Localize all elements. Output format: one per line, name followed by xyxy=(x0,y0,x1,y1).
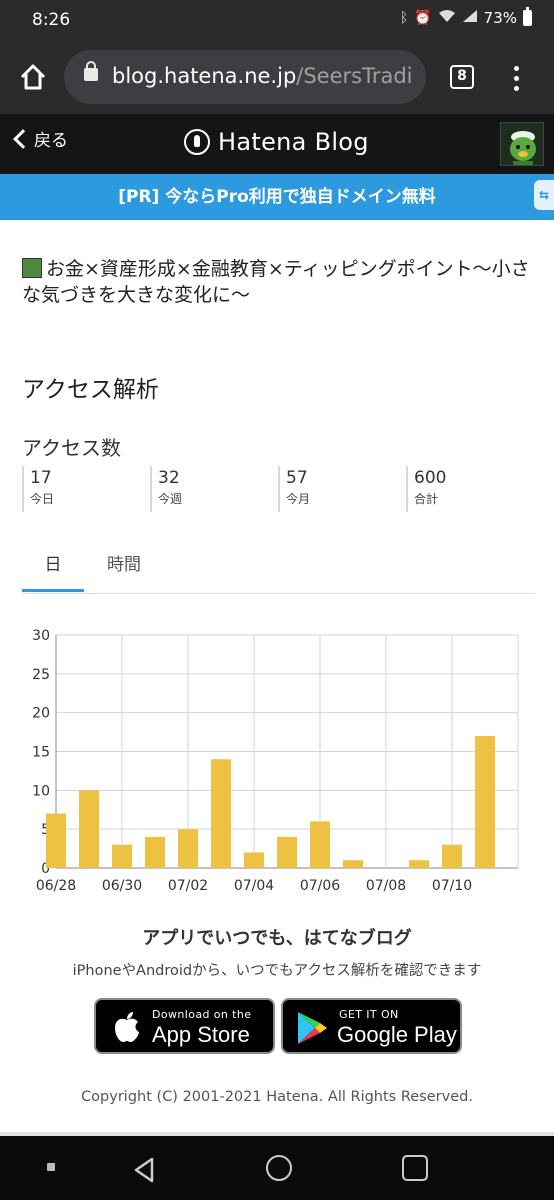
pr-banner[interactable]: [PR] 今ならPro利用で独自ドメイン無料 ⇆ xyxy=(0,174,554,220)
back-button[interactable]: 戻る xyxy=(10,126,68,151)
y-tick-label: 30 xyxy=(32,628,50,644)
blog-title[interactable]: お金×資産形成×金融教育×ティッピングポイント〜小さな気づきを大きな変化に〜 xyxy=(22,256,542,308)
nav-back-icon[interactable] xyxy=(132,1157,156,1183)
recent-apps-dot-icon[interactable] xyxy=(47,1163,55,1171)
nav-overview-icon[interactable] xyxy=(402,1155,428,1181)
google-play-button[interactable]: GET IT ON Google Play xyxy=(281,998,462,1054)
signal-icon xyxy=(462,9,478,27)
x-tick-label: 06/30 xyxy=(102,878,142,894)
y-tick-label: 15 xyxy=(32,745,50,761)
page-title: アクセス解析 xyxy=(22,377,159,403)
x-tick-label: 07/08 xyxy=(366,878,406,894)
x-tick-label: 07/06 xyxy=(300,878,340,894)
app-store-small-text: Download on the xyxy=(152,1008,252,1021)
system-nav-bar xyxy=(0,1136,554,1200)
brand-name: Hatena Blog xyxy=(218,128,369,156)
wifi-icon xyxy=(438,9,456,27)
battery-percent: 73% xyxy=(483,9,517,27)
y-tick-label: 20 xyxy=(32,706,50,722)
stat-label: 今月 xyxy=(286,492,311,506)
side-toggle-tab[interactable]: ⇆ xyxy=(534,180,554,210)
stat-total: 600 合計 xyxy=(406,466,534,512)
apple-icon xyxy=(115,1012,139,1042)
google-play-small-text: GET IT ON xyxy=(339,1008,399,1021)
stat-label: 合計 xyxy=(414,492,439,506)
tab-hour[interactable]: 時間 xyxy=(92,548,156,592)
access-bar-chart: 05101520253006/28 06/30 07/02 07/04 07/06 07/… xyxy=(32,628,519,894)
app-store-big-text: App Store xyxy=(152,1022,250,1047)
app-store-button[interactable]: Download on the App Store xyxy=(94,998,275,1054)
kappa-avatar-image xyxy=(501,123,543,165)
address-bar[interactable]: blog.hatena.ne.jp/SeersTradi xyxy=(64,50,426,104)
chart-bar xyxy=(145,836,165,868)
chart-bar xyxy=(178,829,198,868)
y-tick-label: 10 xyxy=(32,783,50,799)
x-tick-label: 07/10 xyxy=(432,878,472,894)
back-label: 戻る xyxy=(34,131,68,151)
menu-dot-icon xyxy=(513,86,519,91)
hatena-logo-icon xyxy=(184,129,210,155)
tab-day[interactable]: 日 xyxy=(22,548,84,592)
app-promo-subtitle: iPhoneやAndroidから、いつでもアクセス解析を確認できます xyxy=(72,963,482,979)
x-tick-label: 06/28 xyxy=(36,878,76,894)
chart-bar xyxy=(475,735,495,868)
access-count-heading: アクセス数 xyxy=(22,436,121,460)
url-text: blog.hatena.ne.jp/SeersTradi xyxy=(112,64,413,88)
y-tick-label: 25 xyxy=(32,667,50,683)
stat-value: 32 xyxy=(158,468,180,488)
chart-bar xyxy=(211,759,231,868)
blog-icon xyxy=(22,258,42,278)
stat-week: 32 今週 xyxy=(150,466,278,512)
google-play-big-text: Google Play xyxy=(337,1022,457,1047)
chart-bar xyxy=(112,844,132,868)
access-stats: 17 今日 32 今週 57 今月 600 合計 xyxy=(22,466,534,512)
stat-value: 600 xyxy=(414,468,447,488)
lock-icon xyxy=(84,61,98,81)
menu-dot-icon xyxy=(513,66,519,71)
stat-value: 17 xyxy=(30,468,52,488)
chart-bar xyxy=(442,844,462,868)
stat-today: 17 今日 xyxy=(22,466,150,512)
chart-bar xyxy=(46,813,66,868)
status-time: 8:26 xyxy=(32,10,71,30)
home-button[interactable] xyxy=(18,62,48,92)
chart-bar xyxy=(310,821,330,868)
stat-label: 今日 xyxy=(30,492,55,506)
chart-bar xyxy=(277,836,297,868)
hatena-blog-logo[interactable]: Hatena Blog xyxy=(184,128,369,156)
browser-menu-button[interactable] xyxy=(506,64,526,92)
chart-bar xyxy=(79,790,99,868)
google-play-icon xyxy=(298,1012,327,1044)
pr-banner-text: [PR] 今ならPro利用で独自ドメイン無料 xyxy=(118,187,436,207)
user-avatar[interactable] xyxy=(500,122,544,166)
chart-bar xyxy=(409,860,429,868)
browser-toolbar: blog.hatena.ne.jp/SeersTradi 8 xyxy=(0,40,554,114)
chart-bar xyxy=(244,852,264,868)
period-tabs: 日 時間 xyxy=(22,548,534,594)
x-tick-label: 07/04 xyxy=(234,878,274,894)
stat-label: 今週 xyxy=(158,492,183,506)
home-icon xyxy=(20,64,46,90)
chevron-left-icon xyxy=(13,128,33,149)
stat-value: 57 xyxy=(286,468,308,488)
tab-switcher-button[interactable]: 8 xyxy=(450,65,474,89)
stat-month: 57 今月 xyxy=(278,466,406,512)
bluetooth-icon: ᛒ xyxy=(399,10,409,26)
menu-dot-icon xyxy=(513,76,519,81)
blog-title-text: お金×資産形成×金融教育×ティッピングポイント〜小さな気づきを大きな変化に〜 xyxy=(22,258,530,306)
alarm-icon: ⏰ xyxy=(414,10,432,26)
battery-icon xyxy=(523,7,532,26)
copyright-text: Copyright (C) 2001-2021 Hatena. All Righ… xyxy=(81,1089,473,1105)
status-icons: ᛒ ⏰ 73% xyxy=(399,7,532,27)
hatena-header: 戻る Hatena Blog xyxy=(0,114,554,174)
chart-bar xyxy=(343,860,363,868)
app-promo-title: アプリでいつでも、はてなブログ xyxy=(142,928,412,949)
nav-home-icon[interactable] xyxy=(266,1155,292,1181)
status-bar: 8:26 ᛒ ⏰ 73% xyxy=(0,0,554,40)
x-tick-label: 07/02 xyxy=(168,878,208,894)
